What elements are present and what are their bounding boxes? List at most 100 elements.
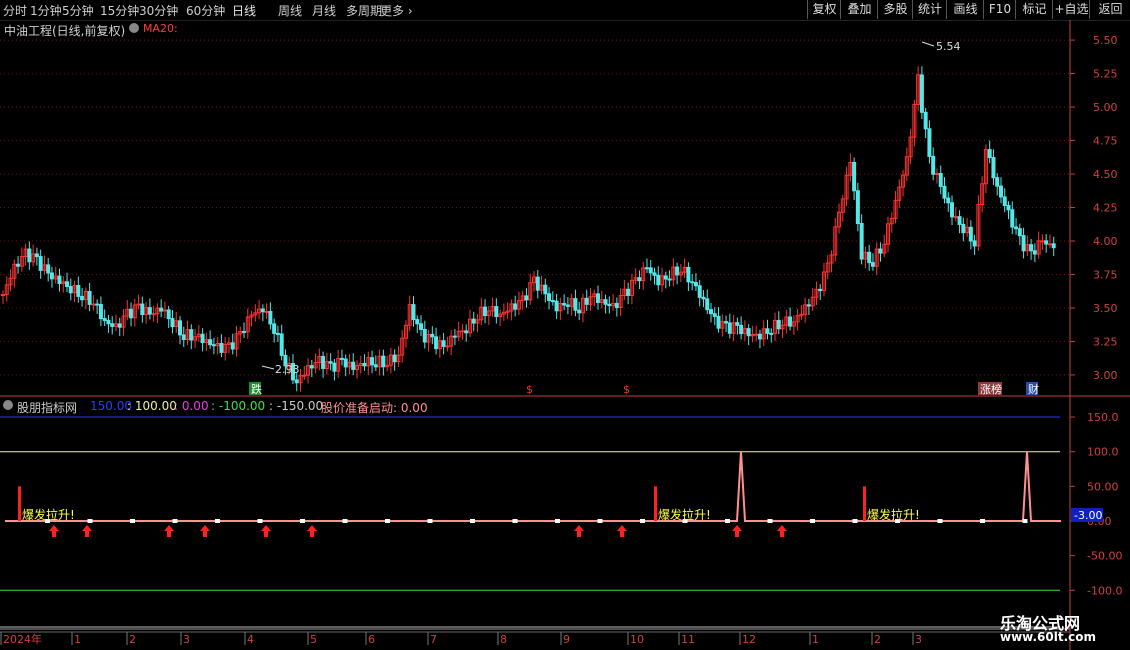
x-label-15: 3 bbox=[915, 633, 922, 646]
signal-text-1: 爆发拉升! bbox=[658, 507, 711, 522]
candle-body bbox=[1029, 244, 1034, 252]
candle-body bbox=[494, 306, 499, 318]
up-arrow-2 bbox=[164, 525, 174, 537]
candle-body bbox=[934, 172, 939, 175]
candle-body bbox=[373, 364, 378, 368]
price-tick-label-2: 5.00 bbox=[1093, 101, 1118, 114]
candle-body bbox=[607, 303, 612, 307]
candle-body bbox=[441, 340, 446, 347]
candle-body bbox=[1047, 243, 1052, 246]
zero-marker bbox=[555, 519, 560, 523]
candle-body bbox=[1002, 196, 1007, 206]
candle-body bbox=[1010, 209, 1015, 228]
candle-body bbox=[565, 304, 570, 307]
candle-body bbox=[343, 358, 348, 368]
candle-body bbox=[189, 329, 194, 341]
candle-body bbox=[637, 277, 642, 282]
candle-body bbox=[855, 190, 860, 225]
candle-body bbox=[697, 285, 702, 298]
zero-marker bbox=[937, 519, 943, 523]
candle-body bbox=[151, 313, 156, 316]
candle-body bbox=[1, 294, 5, 297]
candle-body bbox=[242, 330, 247, 333]
zero-marker bbox=[512, 519, 518, 523]
candle-body bbox=[328, 361, 333, 364]
candle-body bbox=[230, 342, 235, 350]
candle-body bbox=[1017, 228, 1022, 237]
candle-body bbox=[596, 293, 601, 304]
price-tick-label-6: 4.00 bbox=[1093, 235, 1118, 248]
watermark-url: www.60lt.com bbox=[1000, 630, 1097, 644]
candle-body bbox=[716, 315, 721, 329]
candle-body bbox=[275, 332, 280, 335]
price-tick-label-5: 4.25 bbox=[1093, 202, 1118, 215]
candle-body bbox=[667, 278, 672, 281]
signal-text-2: 爆发拉升! bbox=[867, 507, 920, 522]
start-bar-0 bbox=[18, 486, 21, 521]
zero-marker bbox=[300, 519, 305, 523]
candle-body bbox=[727, 322, 732, 334]
candle-body bbox=[87, 291, 92, 305]
zero-marker bbox=[640, 519, 645, 523]
candle-body bbox=[1021, 235, 1026, 252]
up-arrow-4 bbox=[261, 525, 271, 537]
candle-body bbox=[34, 253, 39, 258]
ind-tick-label-2: 50.00 bbox=[1087, 480, 1119, 493]
candle-body bbox=[16, 263, 21, 267]
zero-marker bbox=[172, 519, 178, 523]
candle-body bbox=[757, 333, 762, 340]
ind-tick-label-5: -100.0 bbox=[1087, 584, 1122, 597]
candle-body bbox=[370, 357, 375, 366]
event-marker-4: 财 bbox=[1028, 382, 1039, 396]
start-bar-1 bbox=[654, 486, 657, 521]
zero-marker bbox=[130, 519, 135, 523]
candle-body bbox=[1032, 250, 1037, 255]
candle-body bbox=[724, 321, 729, 324]
candle-body bbox=[765, 328, 770, 334]
candle-body bbox=[415, 319, 420, 325]
event-marker-1: $ bbox=[526, 383, 533, 396]
candle-body bbox=[709, 309, 713, 315]
candle-body bbox=[471, 318, 476, 324]
candle-body bbox=[1040, 240, 1045, 243]
zero-marker bbox=[427, 519, 433, 523]
candle-body bbox=[200, 333, 205, 343]
x-label-3: 3 bbox=[183, 633, 190, 646]
candle-body bbox=[117, 323, 122, 328]
candle-body bbox=[27, 248, 32, 263]
candle-body bbox=[818, 288, 823, 292]
candle-body bbox=[102, 318, 107, 321]
signal-text-0: 爆发拉升! bbox=[22, 507, 75, 522]
candle-body bbox=[430, 333, 435, 338]
x-label-2: 2 bbox=[129, 633, 136, 646]
zero-marker bbox=[257, 519, 263, 523]
candle-body bbox=[712, 313, 717, 317]
up-arrow-5 bbox=[307, 525, 317, 537]
x-label-13: 1 bbox=[812, 633, 819, 646]
x-label-7: 7 bbox=[430, 633, 437, 646]
candle-body bbox=[739, 324, 744, 335]
candle-body bbox=[648, 267, 653, 274]
candle-body bbox=[136, 303, 141, 306]
candle-body bbox=[219, 342, 224, 353]
up-arrow-9 bbox=[777, 525, 787, 537]
zero-marker bbox=[470, 519, 475, 523]
candle-body bbox=[867, 251, 872, 264]
min-price-label: 2.93 bbox=[275, 363, 300, 376]
candle-body bbox=[166, 309, 171, 320]
candle-body bbox=[614, 302, 619, 309]
zero-marker bbox=[767, 519, 773, 523]
candle-body bbox=[294, 379, 299, 384]
candle-body bbox=[46, 264, 51, 274]
candle-body bbox=[170, 318, 175, 328]
candle-body bbox=[272, 323, 277, 334]
price-tick-label-8: 3.50 bbox=[1093, 302, 1118, 315]
candle-body bbox=[603, 299, 608, 305]
candle-body bbox=[870, 262, 875, 267]
zero-marker bbox=[215, 519, 220, 523]
candle-body bbox=[968, 226, 973, 242]
candle-body bbox=[1051, 243, 1056, 249]
candle-body bbox=[735, 322, 740, 326]
candle-body bbox=[464, 330, 469, 334]
ind-tick-label-0: 150.0 bbox=[1087, 411, 1119, 424]
